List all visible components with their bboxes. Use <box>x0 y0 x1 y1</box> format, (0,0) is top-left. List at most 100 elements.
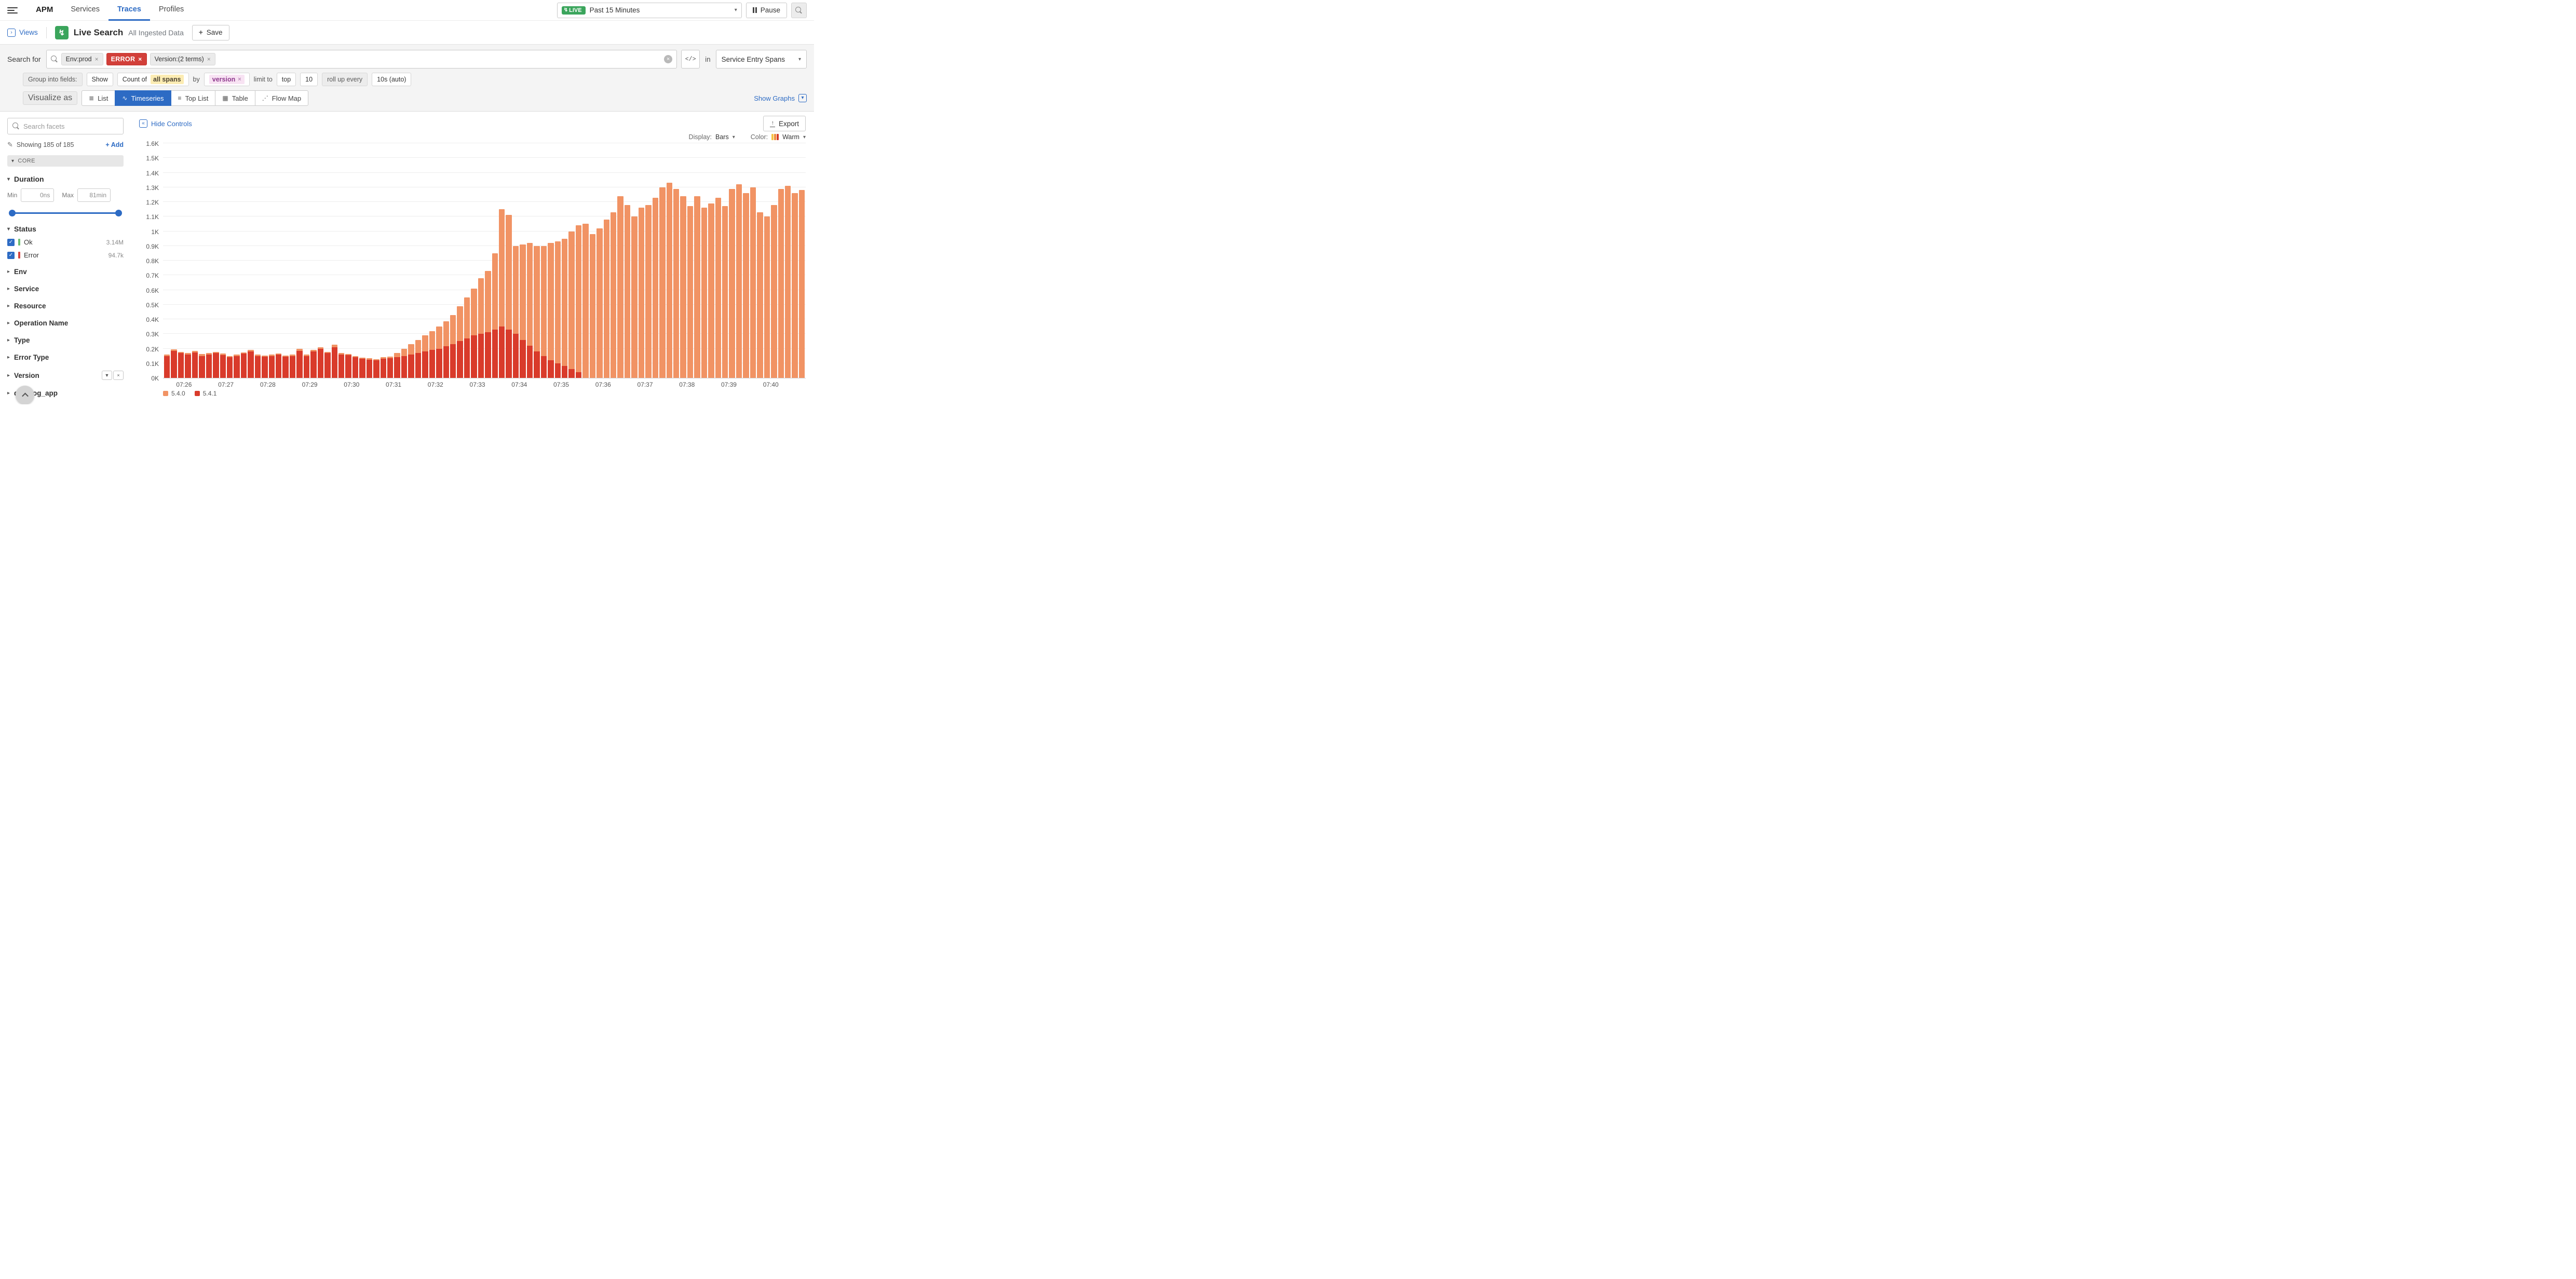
chart-bar[interactable] <box>436 326 442 378</box>
chart-bar[interactable] <box>422 335 428 378</box>
chart-bar[interactable] <box>757 212 763 378</box>
chart-bar[interactable] <box>255 355 261 378</box>
chart-bar[interactable] <box>653 198 658 378</box>
chart-bar[interactable] <box>687 206 693 378</box>
trace-search-input[interactable]: Env:prod×ERROR×Version:(2 terms)× × <box>46 50 677 69</box>
chart-bar[interactable] <box>513 246 519 378</box>
chart-bar[interactable] <box>604 220 609 378</box>
chart-bar[interactable] <box>213 352 219 378</box>
legend-item-5-4-0[interactable]: 5.4.0 <box>163 390 185 397</box>
chart-bar[interactable] <box>582 224 588 378</box>
chart-bar[interactable] <box>743 193 749 378</box>
chart-bar[interactable] <box>708 203 714 378</box>
chart-bar[interactable] <box>415 340 421 378</box>
chart-bar[interactable] <box>352 356 358 378</box>
facet-version[interactable]: ▸Version▼× <box>7 366 124 385</box>
facet-env[interactable]: ▸Env <box>7 263 124 280</box>
viz-top-list-button[interactable]: ≡Top List <box>171 90 216 106</box>
time-range-selector[interactable]: ↯ LIVE Past 15 Minutes ▾ <box>557 3 742 18</box>
chart-bar[interactable] <box>450 315 456 378</box>
chart-bar[interactable] <box>492 253 498 378</box>
chart-bar[interactable] <box>778 189 784 378</box>
chart-bar[interactable] <box>701 208 707 378</box>
facet-duration-header[interactable]: ▾ Duration <box>7 175 124 183</box>
clear-search-icon[interactable]: × <box>664 55 672 63</box>
chart-bar[interactable] <box>694 196 700 378</box>
count-of-control[interactable]: Count of all spans <box>117 73 189 86</box>
chart-bar[interactable] <box>596 228 602 378</box>
facet-resource[interactable]: ▸Resource <box>7 297 124 315</box>
chart-bar[interactable] <box>736 184 742 378</box>
chart-bar[interactable] <box>304 355 309 378</box>
save-button[interactable]: + Save <box>192 25 229 40</box>
scroll-top-button[interactable] <box>16 386 34 404</box>
facet-search-input[interactable] <box>23 123 118 130</box>
chart-bar[interactable] <box>639 208 644 378</box>
chart-bar[interactable] <box>318 347 323 378</box>
duration-slider[interactable] <box>9 209 122 216</box>
chart-bar[interactable] <box>206 353 212 378</box>
chart-bar[interactable] <box>485 271 491 378</box>
viz-timeseries-button[interactable]: ∿Timeseries <box>115 90 171 106</box>
duration-min-input[interactable] <box>21 188 54 202</box>
filter-pill-error[interactable]: ERROR× <box>106 53 147 65</box>
facet-service[interactable]: ▸Service <box>7 280 124 297</box>
chart-bar[interactable] <box>220 353 226 378</box>
chart-bar[interactable] <box>471 289 477 378</box>
status-row-ok[interactable]: ✓Ok3.14M <box>7 238 124 246</box>
viz-list-button[interactable]: ≣List <box>82 90 115 106</box>
filter-icon[interactable]: ▼ <box>102 371 112 380</box>
code-view-button[interactable]: </> <box>681 50 700 69</box>
viz-table-button[interactable]: ▦Table <box>215 90 255 106</box>
show-graphs-button[interactable]: Show Graphs ▾ <box>754 94 807 102</box>
remove-filter-icon[interactable]: × <box>207 56 211 63</box>
chart-bar[interactable] <box>667 183 672 378</box>
checkbox-ok[interactable]: ✓ <box>7 239 15 246</box>
viz-flow-map-button[interactable]: ⋰Flow Map <box>255 90 308 106</box>
chart-bar[interactable] <box>625 205 630 378</box>
chart-bar[interactable] <box>276 353 281 378</box>
chart-bar[interactable] <box>506 215 511 378</box>
chart-bar[interactable] <box>659 187 665 378</box>
remove-group-by-icon[interactable]: × <box>238 76 241 83</box>
chart-bar[interactable] <box>785 186 791 378</box>
chevron-down-icon[interactable]: ▾ <box>733 134 735 140</box>
chart-bar[interactable] <box>394 353 400 378</box>
chart-bar[interactable] <box>234 355 239 378</box>
chart-bar[interactable] <box>478 278 484 378</box>
chart-bar[interactable] <box>443 321 449 378</box>
filter-pill-env-prod[interactable]: Env:prod× <box>61 53 103 65</box>
chart-bar[interactable] <box>527 243 533 378</box>
rollup-value-control[interactable]: 10s (auto) <box>372 73 411 86</box>
limit-direction-control[interactable]: top <box>277 73 296 86</box>
add-facet-button[interactable]: + Add <box>105 141 124 148</box>
chart-bar[interactable] <box>673 189 679 378</box>
chart-bar[interactable] <box>771 205 777 378</box>
duration-max-input[interactable] <box>77 188 111 202</box>
group-by-value[interactable]: version × <box>209 75 245 84</box>
chart-bar[interactable] <box>199 354 205 378</box>
clear-filter-icon[interactable]: × <box>113 371 124 380</box>
status-row-error[interactable]: ✓Error94.7k <box>7 251 124 259</box>
chart-bar[interactable] <box>227 356 233 378</box>
chart-bar[interactable] <box>367 358 372 378</box>
chart-bar[interactable] <box>178 352 184 378</box>
chart-bar[interactable] <box>457 306 463 378</box>
views-button[interactable]: › Views <box>7 29 38 37</box>
chart-bar[interactable] <box>296 349 302 378</box>
remove-filter-icon[interactable]: × <box>95 56 99 63</box>
chart-bar[interactable] <box>631 216 637 378</box>
chart-bar[interactable] <box>792 193 797 378</box>
chart-bar[interactable] <box>192 351 198 378</box>
chart-bar[interactable] <box>248 350 253 378</box>
chart-bar[interactable] <box>387 357 393 378</box>
chart-bar[interactable] <box>617 196 623 378</box>
chart-bar[interactable] <box>722 206 728 378</box>
facet-search-box[interactable] <box>7 118 124 134</box>
chart-bar[interactable] <box>401 349 407 378</box>
chart-bar[interactable] <box>729 189 735 378</box>
chart-bar[interactable] <box>555 241 561 378</box>
facet-type[interactable]: ▸Type <box>7 332 124 349</box>
chart-bar[interactable] <box>764 216 770 378</box>
core-group-header[interactable]: ▾ CORE <box>7 155 124 167</box>
